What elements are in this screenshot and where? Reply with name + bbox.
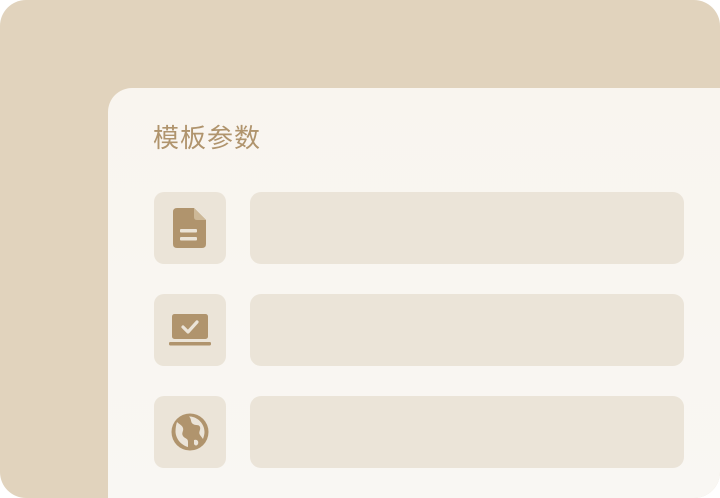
param-row-document [154, 192, 684, 264]
laptop-icon-tile [154, 294, 226, 366]
laptop-check-icon [169, 313, 211, 347]
template-params-panel: 模板参数 [108, 88, 720, 498]
panel-title: 模板参数 [153, 124, 262, 154]
param-row-region [154, 396, 684, 468]
globe-icon-tile [154, 396, 226, 468]
document-icon-tile [154, 192, 226, 264]
document-param-field[interactable] [250, 192, 684, 264]
app-frame: 模板参数 [0, 0, 720, 498]
globe-icon [171, 413, 209, 451]
param-row-device [154, 294, 684, 366]
document-icon [173, 208, 207, 248]
device-param-field[interactable] [250, 294, 684, 366]
region-param-field[interactable] [250, 396, 684, 468]
